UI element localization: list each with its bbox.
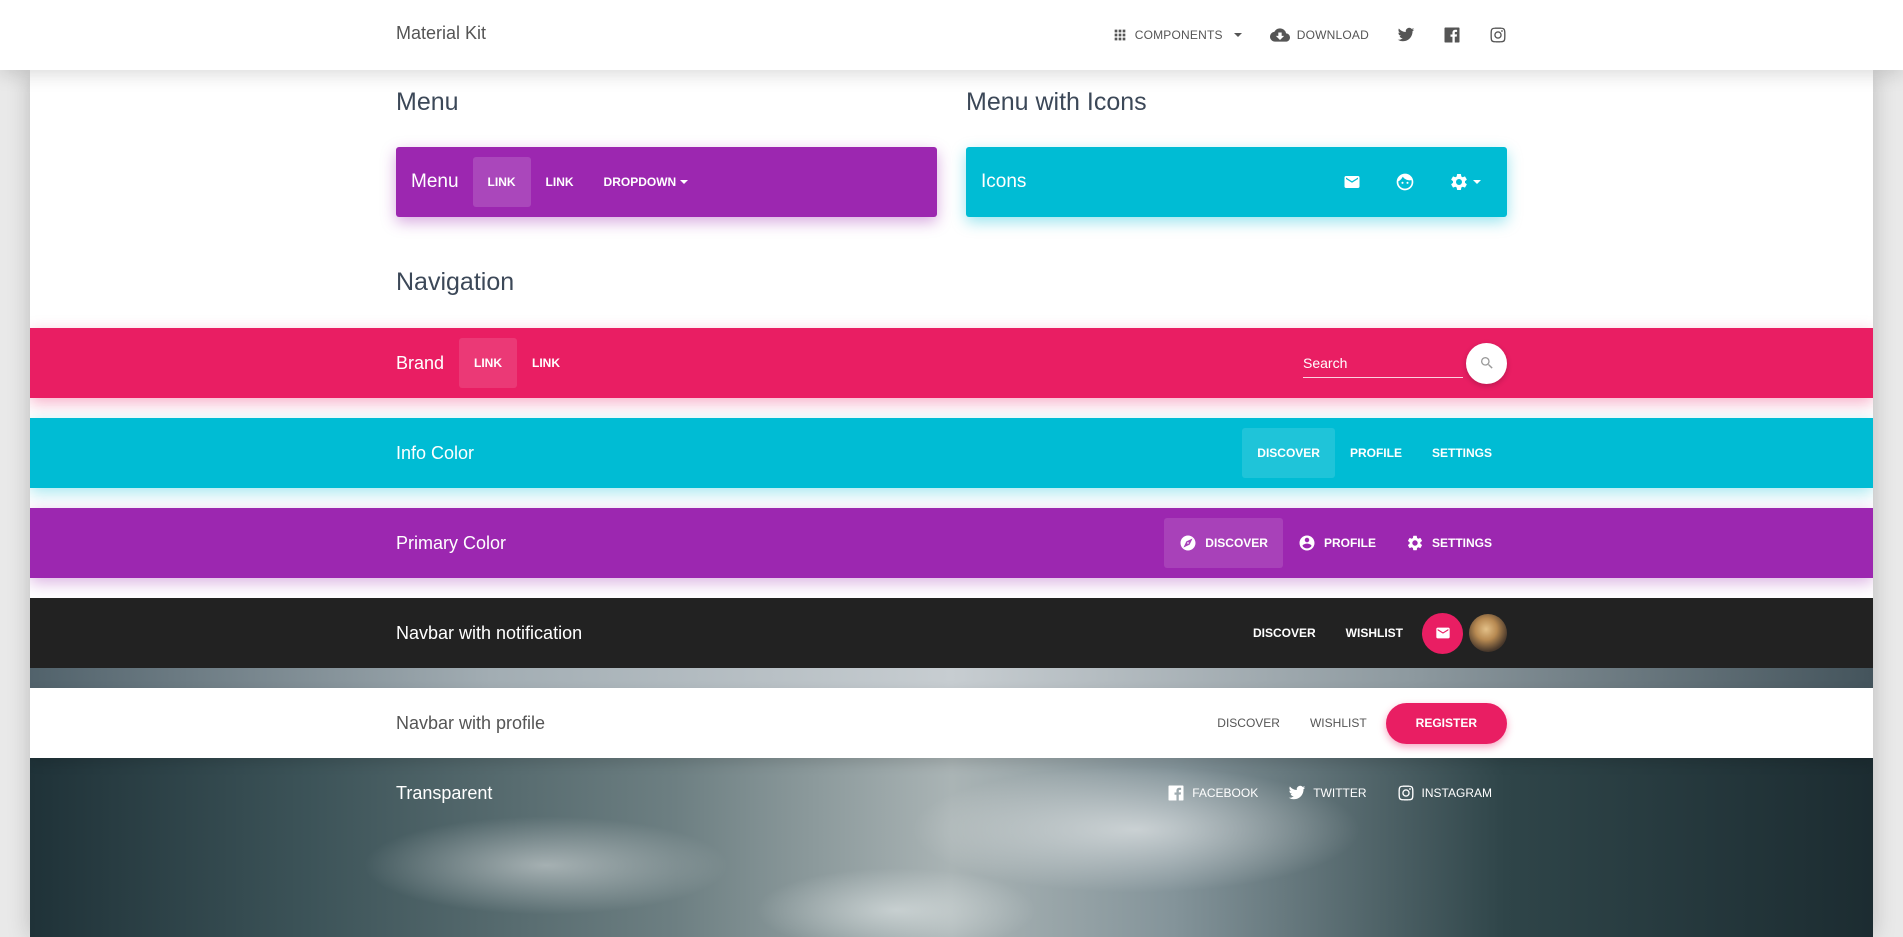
info-link-settings[interactable]: Settings [1417,428,1507,478]
notification-link-discover[interactable]: Discover [1238,608,1331,658]
transparent-nav-links: Facebook Twitter Instagram [1152,758,1507,828]
mail-icon [1435,627,1450,639]
chevron-down-icon [680,180,689,184]
top-navbar: Material Kit Components Download [0,0,1903,70]
notification-nav-links: Discover Wishlist [1238,598,1507,668]
menu-dropdown[interactable]: Dropdown [589,157,704,207]
instagram-link[interactable] [1489,26,1507,44]
download-link[interactable]: Download [1269,25,1369,45]
notification-link-wishlist[interactable]: Wishlist [1331,608,1418,658]
top-nav-items: Components Download [1084,0,1507,70]
register-button[interactable]: Register [1385,702,1507,744]
menu-brand[interactable]: Menu [411,171,459,193]
transparent-link-twitter-label: Twitter [1313,786,1367,800]
section-title-menu-icons: Menu with Icons [966,88,1147,116]
search-input[interactable] [1303,348,1463,378]
transparent-link-twitter[interactable]: Twitter [1273,768,1381,818]
settings-dropdown[interactable] [1449,172,1481,192]
brand-logo[interactable]: Material Kit [396,23,486,44]
profile-navbar: Navbar with profile Discover Wishlist Re… [30,688,1873,758]
twitter-icon [1397,27,1415,42]
apps-icon [1114,29,1126,41]
facebook-icon [1444,27,1460,43]
transparent-link-facebook-label: Facebook [1192,786,1259,800]
menu-dropdown-label: Dropdown [603,175,677,189]
facebook-icon [1168,785,1184,801]
menu-link-1[interactable]: Link [472,157,531,207]
settings-icon [1407,535,1422,551]
chevron-down-icon [1233,33,1242,37]
profile-link-wishlist[interactable]: Wishlist [1295,698,1382,748]
menu-link-2[interactable]: Link [531,157,589,207]
components-label: Components [1134,28,1223,42]
section-title-menu: Menu [396,88,459,116]
primary-link-settings-label: Settings [1431,536,1492,550]
search-button[interactable] [1466,342,1507,384]
rose-link-2[interactable]: Link [517,338,575,388]
primary-link-discover[interactable]: Discover [1164,518,1283,568]
primary-brand[interactable]: Primary Color [396,533,506,554]
settings-icon [1451,173,1467,190]
instagram-icon [1398,785,1414,801]
twitter-link[interactable] [1397,26,1415,44]
facebook-link[interactable] [1443,26,1461,44]
info-link-discover[interactable]: Discover [1242,428,1335,478]
transparent-link-instagram-label: Instagram [1421,786,1492,800]
components-dropdown[interactable]: Components [1112,27,1242,43]
section-title-navigation: Navigation [396,268,515,296]
twitter-icon [1288,785,1306,800]
info-link-profile[interactable]: Profile [1335,428,1417,478]
icons-nav-buttons [1343,147,1481,217]
primary-link-profile-label: Profile [1323,536,1376,550]
rose-link-1[interactable]: Link [459,338,517,388]
icons-brand[interactable]: Icons [981,171,1026,193]
mail-icon[interactable] [1343,173,1361,191]
transparent-navbar: Transparent Facebook Twitter Instagram [30,758,1873,828]
info-navbar: Info Color Discover Profile Settings [30,418,1873,488]
profile-nav-links: Discover Wishlist Register [1202,688,1507,758]
notification-brand[interactable]: Navbar with notification [396,623,582,644]
rose-navbar: Brand Link Link [30,328,1873,398]
avatar[interactable] [1469,614,1507,652]
download-label: Download [1296,28,1369,42]
instagram-icon [1490,27,1506,43]
info-brand[interactable]: Info Color [396,443,474,464]
primary-link-discover-label: Discover [1205,536,1268,550]
search-icon [1480,357,1493,369]
cloud-download-icon [1269,28,1290,42]
rose-brand[interactable]: Brand [396,353,444,374]
menu-navbar: Menu Link Link Dropdown [396,147,937,217]
face-icon[interactable] [1395,172,1415,192]
transparent-brand[interactable]: Transparent [396,783,492,804]
primary-link-profile[interactable]: Profile [1283,518,1391,568]
chevron-down-icon [1473,180,1481,184]
explore-icon [1180,535,1196,551]
primary-link-settings[interactable]: Settings [1391,518,1507,568]
primary-nav-links: Discover Profile Settings [1164,508,1507,578]
notification-button[interactable] [1422,612,1463,654]
account-circle-icon [1299,535,1315,551]
primary-navbar: Primary Color Discover Profile Settings [30,508,1873,578]
transparent-link-facebook[interactable]: Facebook [1152,768,1273,818]
icons-navbar: Icons [966,147,1507,217]
background-image-strip [30,668,1873,688]
rose-search-form [1303,328,1507,398]
notification-navbar: Navbar with notification Discover Wishli… [30,598,1873,668]
main-content: Menu Menu with Icons Menu Link Link Drop… [30,70,1873,937]
transparent-link-instagram[interactable]: Instagram [1382,768,1507,818]
info-nav-links: Discover Profile Settings [1242,418,1507,488]
profile-brand[interactable]: Navbar with profile [396,713,545,734]
rose-nav-links: Link Link [459,338,575,388]
profile-link-discover[interactable]: Discover [1202,698,1295,748]
